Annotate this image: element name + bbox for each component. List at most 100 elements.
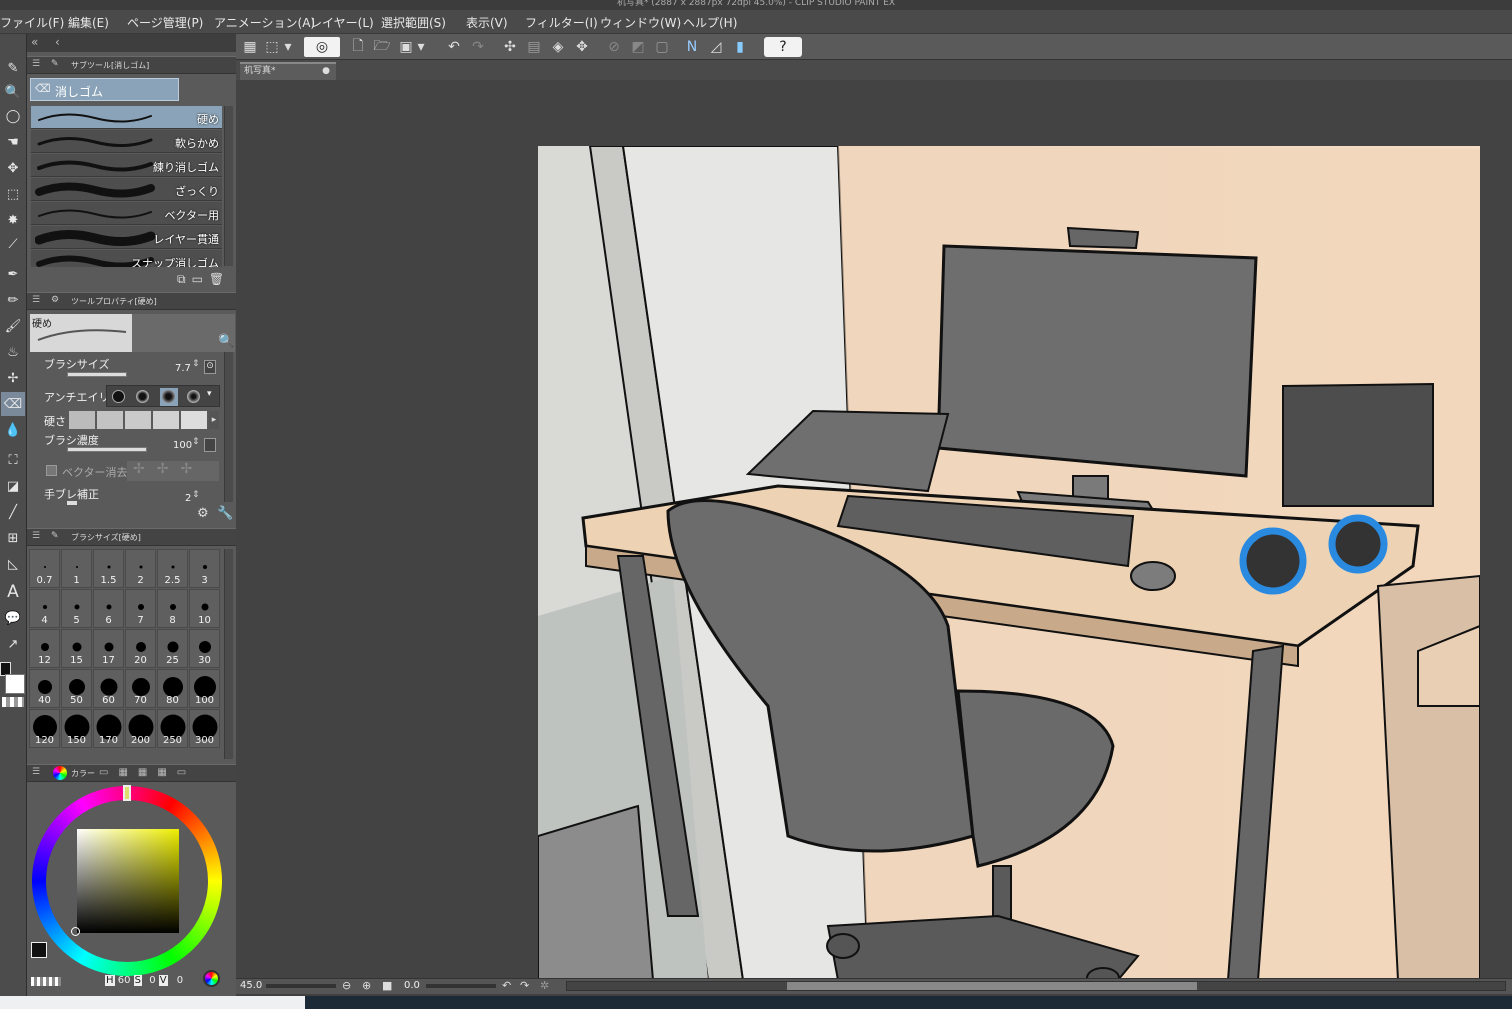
fill-icon[interactable]: ◈ [548, 37, 568, 57]
subtool-group-tab[interactable]: ⌫ 消しゴム [30, 78, 179, 101]
brush-size-cell[interactable]: 100 [189, 669, 220, 708]
open-folder-icon[interactable]: 🗁 [372, 37, 392, 57]
brush-size-cell[interactable]: 3 [189, 549, 220, 588]
hue-marker[interactable] [123, 785, 131, 801]
selection-tool-icon[interactable]: ⬚ [1, 182, 25, 206]
color-mode-icon[interactable] [203, 970, 220, 987]
pen-icon[interactable]: ✒ [1, 262, 25, 286]
undo-icon[interactable]: ↶ [444, 37, 464, 57]
brush-size-cell[interactable]: 6 [93, 589, 124, 628]
pressure-icon[interactable]: ⊙ [204, 360, 216, 374]
menu-item-4[interactable]: レイヤー(L) [310, 14, 374, 31]
antialias-strong-icon[interactable] [187, 390, 200, 403]
s-value[interactable]: 0 [149, 975, 155, 986]
grid-snap-icon[interactable]: ▮ [730, 37, 750, 57]
ruler-icon[interactable]: ◺ [1, 552, 25, 576]
zoom-slider[interactable] [266, 984, 336, 988]
trash-icon[interactable]: 🗑 [209, 272, 230, 286]
menu-item-1[interactable]: 編集(E) [68, 14, 109, 31]
clear-icon[interactable]: ✣ [500, 37, 520, 57]
transparent-color-swatch[interactable] [2, 697, 24, 707]
brush-size-cell[interactable]: 2 [125, 549, 156, 588]
brush-icon[interactable]: 🖌 [1, 314, 25, 338]
color-tab-icons[interactable]: ▭▦▦▦▭ [99, 767, 196, 778]
brush-size-cell[interactable]: 250 [157, 709, 188, 748]
taskbar-search[interactable] [0, 996, 305, 1009]
color-wheel-tab-icon[interactable] [53, 766, 67, 780]
brush-size-cell[interactable]: 4 [29, 589, 60, 628]
brush-size-cell[interactable]: 170 [93, 709, 124, 748]
stabilization-value[interactable]: 2 [185, 493, 191, 504]
menu-icon[interactable]: ☰ [32, 531, 40, 541]
menu-item-8[interactable]: ウィンドウ(W) [600, 14, 681, 31]
ruler-snap-icon[interactable]: N [682, 37, 702, 57]
special-ruler-snap-icon[interactable]: ◿ [706, 37, 726, 57]
new-file-icon[interactable]: 🗋 [348, 37, 368, 57]
brush-size-cell[interactable]: 8 [157, 589, 188, 628]
menu-item-2[interactable]: ページ管理(P) [127, 14, 203, 31]
brush-size-cell[interactable]: 25 [157, 629, 188, 668]
subtool-item[interactable]: スナップ消しゴム [31, 250, 222, 267]
antialias-none-icon[interactable] [112, 390, 125, 403]
antialias-medium-selected[interactable] [160, 388, 178, 406]
chevron-down-icon[interactable]: ▾ [283, 37, 293, 57]
brush-size-cell[interactable]: 40 [29, 669, 60, 708]
brush-size-cell[interactable]: 12 [29, 629, 60, 668]
brush-size-cell[interactable]: 30 [189, 629, 220, 668]
brush-size-cell[interactable]: 17 [93, 629, 124, 668]
spin-arrows-icon[interactable]: ⇕ [192, 437, 200, 447]
brush-size-cell[interactable]: 5 [61, 589, 92, 628]
brush-size-cell[interactable]: 150 [61, 709, 92, 748]
subtool-scrollbar[interactable] [224, 106, 233, 266]
brush-size-cell[interactable]: 300 [189, 709, 220, 748]
subtool-item[interactable]: 硬め [31, 106, 222, 129]
blend-icon[interactable]: 💧 [1, 418, 25, 442]
menu-item-6[interactable]: 表示(V) [466, 14, 508, 31]
cursor-select-icon[interactable]: ⬚ [262, 37, 282, 57]
brush-size-cell[interactable]: 7 [125, 589, 156, 628]
layout-grid-icon[interactable]: ▦ [240, 37, 260, 57]
search-icon[interactable]: 🔍 [218, 334, 234, 349]
brush-size-scrollbar[interactable] [224, 549, 233, 759]
clip-studio-logo-icon[interactable]: ◎ [304, 37, 340, 57]
antialias-weak-icon[interactable] [136, 390, 149, 403]
selection-icon[interactable]: ▢ [652, 37, 672, 57]
gradient-icon[interactable]: ◪ [1, 474, 25, 498]
eraser-icon[interactable]: ⌫ [1, 392, 25, 416]
subtool-item[interactable]: ベクター用 [31, 202, 222, 225]
angle-slider[interactable] [426, 984, 496, 988]
sub-color-swatch[interactable] [5, 674, 25, 694]
frame-border-icon[interactable]: ⊞ [1, 526, 25, 550]
airbrush-icon[interactable]: ♨ [1, 340, 25, 364]
transform-icon[interactable]: ✥ [572, 37, 592, 57]
pen-tip-icon[interactable]: ✎ [1, 56, 25, 80]
spin-arrows-icon[interactable]: ⇕ [192, 359, 200, 369]
settings-gear-icon[interactable]: ⚙ [197, 506, 209, 521]
transparent-chip[interactable] [31, 977, 61, 986]
subtool-item[interactable]: 練り消しゴム [31, 154, 222, 177]
brush-size-cell[interactable]: 80 [157, 669, 188, 708]
magic-wand-icon[interactable]: ✸ [1, 208, 25, 232]
subtool-item[interactable]: レイヤー貫通 [31, 226, 222, 249]
rotate-right-icon[interactable]: ↷ [520, 979, 529, 992]
zoom-value[interactable]: 45.0 [240, 980, 262, 991]
text-icon[interactable]: A [1, 580, 25, 604]
rotate-left-icon[interactable]: ↶ [502, 979, 511, 992]
decoration-icon[interactable]: ✢ [1, 366, 25, 390]
new-page-icon[interactable]: ▭ [192, 272, 209, 286]
stabilization-slider[interactable] [67, 501, 77, 505]
chevron-left-icon[interactable]: ‹ [55, 35, 60, 49]
figure-icon[interactable]: ╱ [1, 500, 25, 524]
brush-size-value[interactable]: 7.7 [175, 363, 191, 374]
redo-icon[interactable]: ↷ [468, 37, 488, 57]
invert-selection-icon[interactable]: ◩ [628, 37, 648, 57]
move-icon[interactable]: ✥ [1, 156, 25, 180]
menu-item-3[interactable]: アニメーション(A) [214, 14, 315, 31]
menu-item-9[interactable]: ヘルプ(H) [683, 14, 737, 31]
density-pressure-icon[interactable] [204, 438, 216, 452]
brush-size-cell[interactable]: 20 [125, 629, 156, 668]
zoom-out-icon[interactable]: ⊖ [342, 979, 351, 992]
menu-icon[interactable]: ☰ [32, 767, 40, 777]
brush-size-cell[interactable]: 60 [93, 669, 124, 708]
brush-density-value[interactable]: 100 [173, 440, 192, 451]
